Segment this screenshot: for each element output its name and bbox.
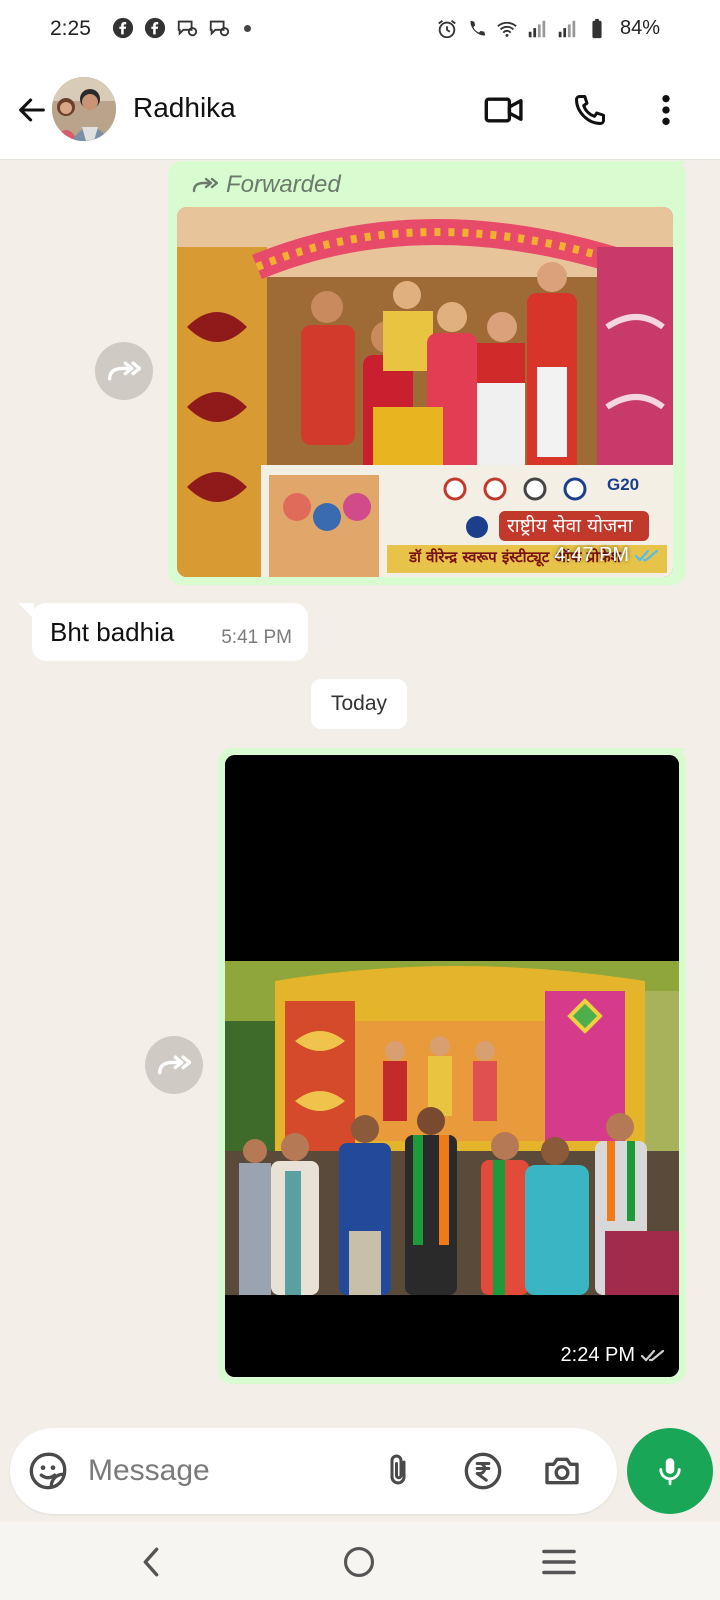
wifi-icon — [497, 21, 517, 37]
notification-icons — [112, 17, 251, 39]
recents-icon — [542, 1549, 576, 1575]
date-separator-label: Today — [330, 692, 388, 715]
voice-call-button[interactable] — [570, 90, 610, 130]
payment-button[interactable] — [461, 1449, 505, 1493]
message-text: Bht badhia — [50, 617, 175, 647]
wifi-calling-icon — [470, 20, 486, 35]
double-check-icon — [635, 549, 659, 562]
nav-recents-button[interactable] — [534, 1540, 584, 1584]
message-time: 2:24 PM — [560, 1344, 635, 1366]
forwarded-text: Forwarded — [226, 171, 341, 198]
message-input[interactable] — [88, 1450, 378, 1492]
forward-button[interactable] — [95, 342, 153, 400]
more-notifications-dot — [244, 24, 251, 32]
facebook-icon — [144, 17, 166, 39]
system-icons: 84% — [436, 17, 660, 40]
message-time: 4:47 PM — [554, 544, 629, 566]
date-separator: Today — [311, 679, 407, 729]
avatar[interactable] — [52, 77, 116, 141]
chevron-left-icon — [143, 1547, 159, 1577]
sticker-icon — [29, 1452, 67, 1490]
signal-icon — [528, 20, 546, 37]
message-bubble-incoming[interactable]: Bht badhia 5:41 PM — [32, 603, 308, 661]
facebook-icon — [112, 17, 134, 39]
rupee-icon — [464, 1452, 502, 1490]
forwarded-icon — [192, 177, 218, 193]
camera-icon — [545, 1457, 579, 1485]
message-bubble-outgoing[interactable]: 2:24 PM — [218, 748, 686, 1384]
arrow-left-icon — [19, 98, 45, 122]
chat-header: Radhika — [0, 60, 720, 160]
back-button[interactable] — [12, 90, 52, 130]
home-circle-icon — [343, 1546, 375, 1578]
profile-photo — [52, 77, 116, 141]
message-image[interactable]: 2:24 PM — [225, 755, 679, 1377]
contact-name[interactable]: Radhika — [133, 92, 236, 124]
alarm-icon — [438, 19, 456, 38]
chat-bubble-icon — [209, 20, 230, 37]
attach-button[interactable] — [376, 1449, 420, 1493]
signal-icon — [558, 20, 576, 37]
message-bubble-outgoing[interactable]: Forwarded राष्ट्रीय सेवा योजना डॉ वीरेन्… — [168, 161, 686, 585]
sticker-button[interactable] — [26, 1449, 70, 1493]
message-time: 5:41 PM — [221, 627, 292, 648]
paperclip-icon — [390, 1454, 406, 1485]
system-navigation-bar — [0, 1522, 720, 1600]
status-bar: 2:25 84% — [0, 0, 720, 60]
phone-icon — [575, 95, 605, 125]
forward-icon — [108, 361, 141, 381]
camera-button[interactable] — [540, 1449, 584, 1493]
more-vertical-icon — [662, 94, 670, 126]
battery-level: 84% — [619, 17, 660, 39]
conversation[interactable]: Forwarded राष्ट्रीय सेवा योजना डॉ वीरेन्… — [0, 161, 720, 1424]
forwarded-label: Forwarded — [192, 171, 341, 199]
video-camera-icon — [484, 97, 523, 123]
video-call-button[interactable] — [484, 90, 524, 130]
double-check-icon — [641, 1349, 665, 1362]
image-text-logo: G20 — [607, 475, 640, 494]
message-meta: 4:47 PM — [555, 544, 659, 567]
message-meta: 2:24 PM — [561, 1344, 665, 1367]
image-text-banner: राष्ट्रीय सेवा योजना — [507, 515, 633, 537]
nav-back-button[interactable] — [126, 1540, 176, 1584]
voice-record-button[interactable] — [627, 1428, 713, 1514]
battery-icon — [592, 18, 602, 38]
status-time: 2:25 — [50, 17, 91, 40]
microphone-icon — [659, 1458, 681, 1486]
overflow-menu-button[interactable] — [646, 90, 686, 130]
forward-icon — [158, 1055, 191, 1075]
chat-bubble-icon — [177, 20, 198, 37]
group-photo — [225, 755, 679, 1377]
forward-button[interactable] — [145, 1036, 203, 1094]
message-image[interactable]: राष्ट्रीय सेवा योजना डॉ वीरेन्द्र स्वरूप… — [177, 207, 673, 577]
nav-home-button[interactable] — [334, 1540, 384, 1584]
message-composer — [10, 1428, 617, 1514]
